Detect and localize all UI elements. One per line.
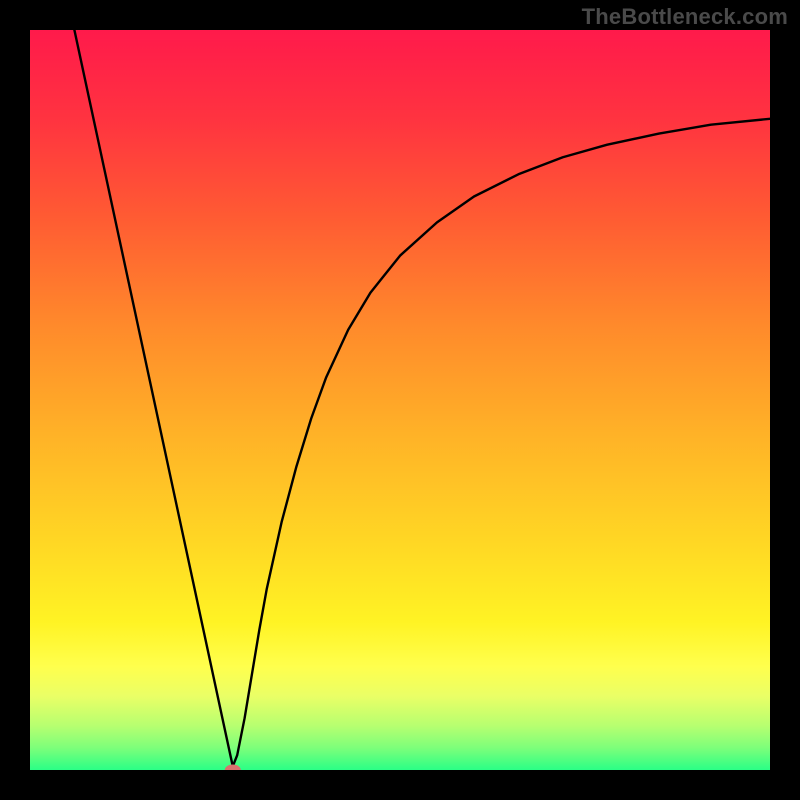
gradient-background	[30, 30, 770, 770]
watermark-text: TheBottleneck.com	[582, 4, 788, 30]
chart-plot	[30, 30, 770, 770]
chart-frame: TheBottleneck.com	[0, 0, 800, 800]
